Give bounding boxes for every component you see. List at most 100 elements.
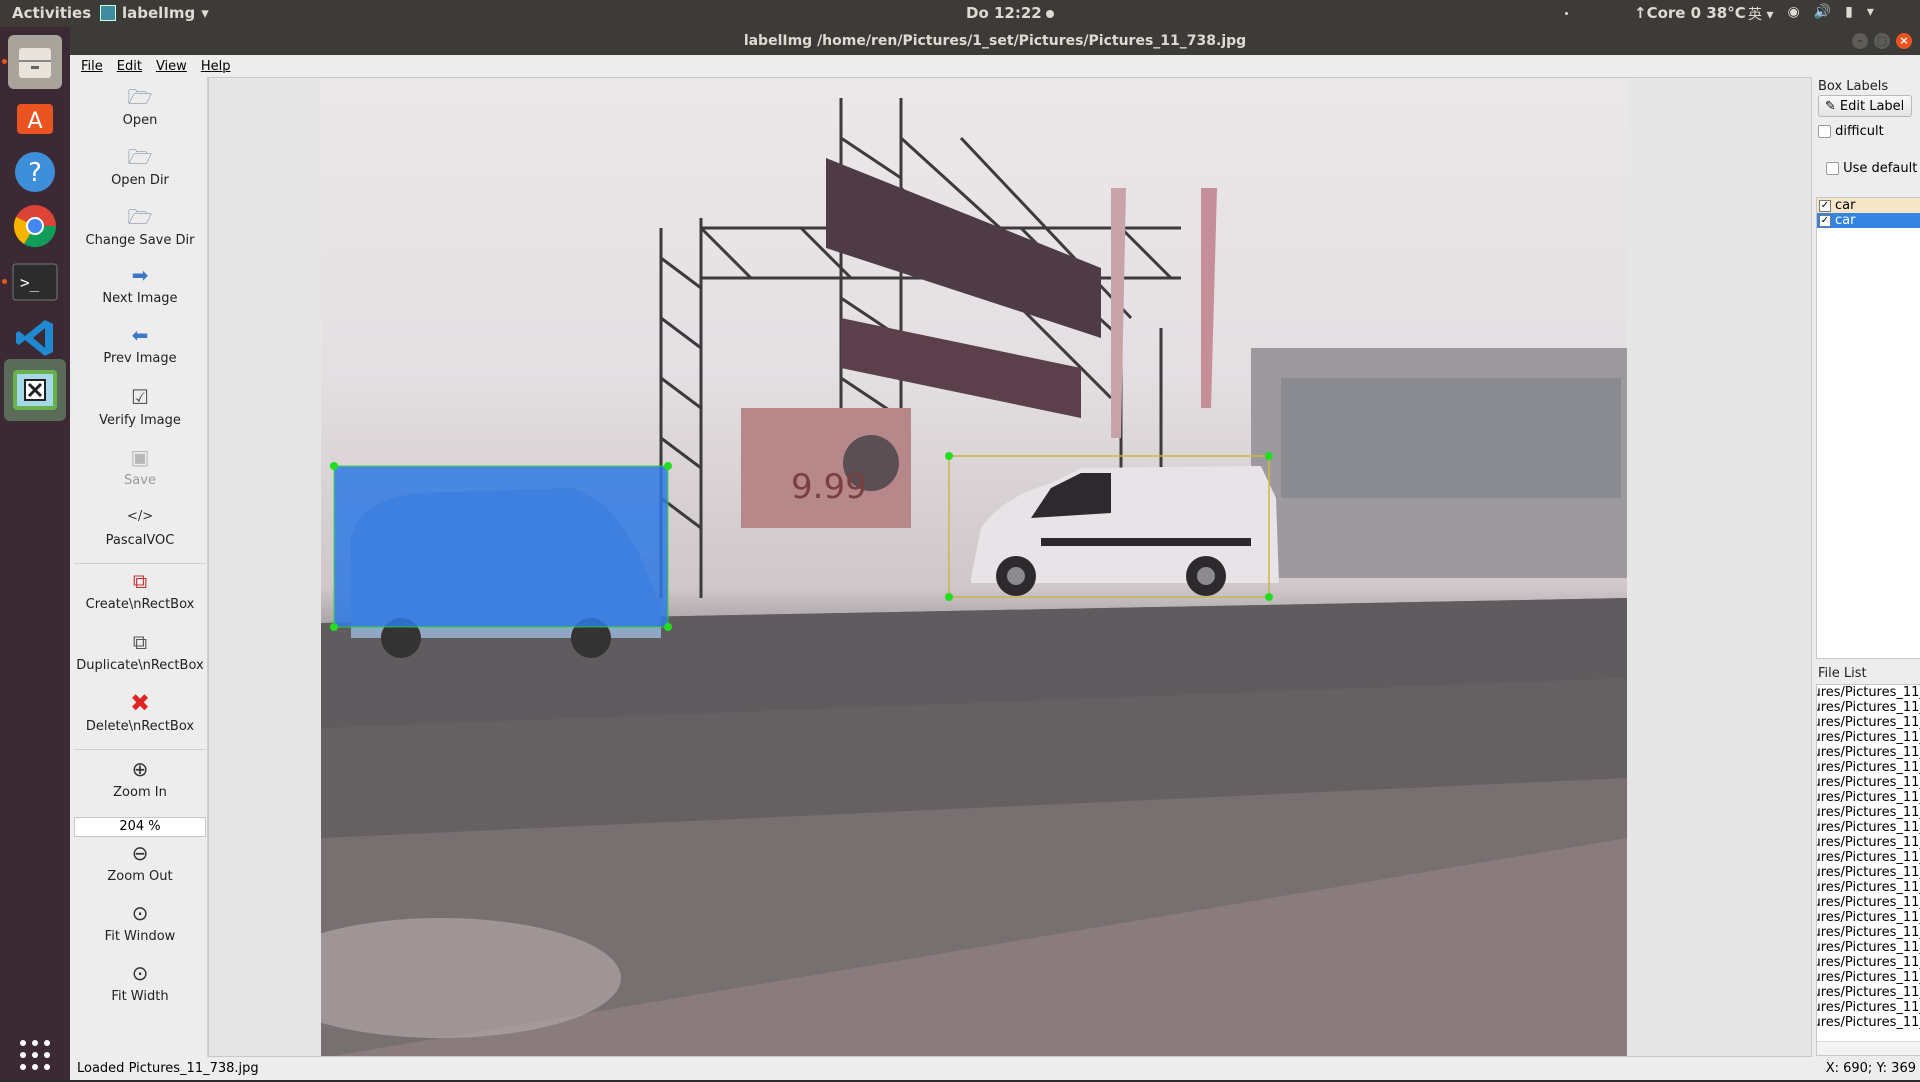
label-item[interactable]: ✓ car [1817, 198, 1920, 213]
chrome-icon[interactable] [8, 199, 62, 253]
terminal-icon[interactable]: >_ [2, 255, 62, 309]
zoom-spinbox[interactable]: 204 % [74, 817, 206, 837]
format-pascalvoc-button[interactable]: </> PascalVOC [72, 505, 208, 548]
label-item-selected[interactable]: ✓ car [1817, 213, 1920, 228]
file-item[interactable]: ures/Pictures_11_781.jpg [1817, 775, 1920, 790]
open-button[interactable]: 🗁 Open [72, 85, 208, 128]
horizontal-scrollbar[interactable] [1817, 1041, 1920, 1055]
close-button[interactable]: × [1896, 33, 1912, 49]
file-item[interactable]: ures/Pictures_11_789.jpg [1817, 895, 1920, 910]
duplicate-rectbox-button[interactable]: ⧉ Duplicate\nRectBox [72, 630, 208, 673]
use-default-label-row[interactable]: Use default label [1826, 161, 1920, 176]
file-list[interactable]: ures/Pictures_11_775.jpg ures/Pictures_1… [1816, 684, 1920, 1056]
open-dir-button[interactable]: 🗁 Open Dir [72, 145, 208, 188]
file-item[interactable]: ures/Pictures_11_778.jpg [1817, 730, 1920, 745]
file-item[interactable]: ures/Pictures_11_780.jpg [1817, 760, 1920, 775]
difficult-checkbox[interactable] [1818, 125, 1831, 138]
arrow-right-icon: ➡ [131, 263, 149, 287]
file-item[interactable]: ures/Pictures_11_783.jpg [1817, 805, 1920, 820]
file-item[interactable]: ures/Pictures_11_797.jpg [1817, 1015, 1920, 1030]
save-icon: ▣ [130, 445, 150, 469]
next-image-button[interactable]: ➡ Next Image [72, 263, 208, 306]
file-item[interactable]: ures/Pictures_11_775.jpg [1817, 685, 1920, 700]
cursor-coordinates: X: 690; Y: 369 [1825, 1061, 1916, 1076]
file-item[interactable]: ures/Pictures_11_793.jpg [1817, 955, 1920, 970]
delete-x-icon: ✖ [129, 689, 151, 717]
svg-text:9.99: 9.99 [791, 467, 867, 507]
zoom-in-icon: ⊕ [131, 757, 149, 781]
file-item[interactable]: ures/Pictures_11_776.jpg [1817, 700, 1920, 715]
change-save-dir-button[interactable]: 🗁 Change Save Dir [72, 205, 208, 248]
use-default-label-checkbox[interactable] [1826, 162, 1839, 175]
menu-help[interactable]: Help [201, 59, 231, 74]
file-item[interactable]: ures/Pictures_11_794.jpg [1817, 970, 1920, 985]
right-dock-panel: Box Labels ✎ Edit Label difficult Use de… [1814, 77, 1920, 1057]
prev-image-button[interactable]: ⬅ Prev Image [72, 323, 208, 366]
zoom-in-button[interactable]: ⊕ Zoom In [72, 757, 208, 800]
create-rectbox-label: Create\nRectBox [85, 597, 195, 612]
file-item[interactable]: ures/Pictures_11_796.jpg [1817, 1000, 1920, 1015]
window-titlebar[interactable]: labelImg /home/ren/Pictures/1_set/Pictur… [70, 27, 1920, 55]
volume-icon: 🔊 [1813, 4, 1832, 20]
file-item[interactable]: ures/Pictures_11_790.jpg [1817, 910, 1920, 925]
system-tray[interactable]: 英 ▾ ◉ 🔊 ▮ ▾ [1748, 4, 1874, 24]
file-item[interactable]: ures/Pictures_11_792.jpg [1817, 940, 1920, 955]
edit-label-button[interactable]: ✎ Edit Label [1818, 95, 1912, 117]
fit-width-button[interactable]: ⊙ Fit Width [72, 961, 208, 1004]
file-item[interactable]: ures/Pictures_11_791.jpg [1817, 925, 1920, 940]
file-item[interactable]: ures/Pictures_11_785.jpg [1817, 835, 1920, 850]
show-applications-icon[interactable] [8, 1028, 62, 1082]
input-method-indicator[interactable]: 英 ▾ [1748, 4, 1773, 24]
toolbar-separator [74, 749, 206, 750]
main-window-body: 🗁 Open 🗁 Open Dir 🗁 Change Save Dir ➡ Next I… [70, 77, 1920, 1057]
difficult-checkbox-row[interactable]: difficult [1818, 124, 1884, 139]
cpu-temp-indicator[interactable]: ↑Core 0 38°C [1634, 4, 1746, 22]
save-button[interactable]: ▣ Save [72, 445, 208, 488]
file-item[interactable]: ures/Pictures_11_779.jpg [1817, 745, 1920, 760]
label-item-text: car [1835, 213, 1856, 228]
delete-rectbox-label: Delete\nRectBox [85, 719, 195, 734]
file-item[interactable]: ures/Pictures_11_782.jpg [1817, 790, 1920, 805]
app-menu[interactable]: labelImg ▾ [100, 4, 209, 22]
toolbar-separator [74, 563, 206, 564]
file-item[interactable]: ures/Pictures_11_795.jpg [1817, 985, 1920, 1000]
help-icon[interactable]: ? [8, 145, 62, 199]
clock[interactable]: Do 12:22 [966, 4, 1054, 22]
open-label: Open [122, 113, 158, 128]
label-checkbox[interactable]: ✓ [1819, 199, 1831, 212]
zoom-in-label: Zoom In [113, 785, 167, 800]
svg-text:>_: >_ [20, 273, 40, 292]
file-item[interactable]: ures/Pictures_11_777.jpg [1817, 715, 1920, 730]
file-item[interactable]: ures/Pictures_11_784.jpg [1817, 820, 1920, 835]
notification-dot [1045, 10, 1054, 18]
minimize-button[interactable]: – [1852, 33, 1868, 49]
checkbox-icon: ☑ [131, 385, 149, 409]
tray-dot-icon [1565, 12, 1568, 15]
menu-edit[interactable]: Edit [117, 59, 142, 74]
drawer-icon [19, 48, 51, 78]
software-center-icon[interactable]: A [8, 89, 62, 143]
file-item[interactable]: ures/Pictures_11_788.jpg [1817, 880, 1920, 895]
menu-file[interactable]: File [81, 59, 103, 74]
activities-button[interactable]: Activities [12, 4, 91, 22]
labelimg-dock-icon[interactable] [4, 359, 66, 421]
file-item[interactable]: ures/Pictures_11_786.jpg [1817, 850, 1920, 865]
file-item[interactable]: ures/Pictures_11_787.jpg [1817, 865, 1920, 880]
file-list-title: File List [1818, 666, 1867, 681]
verify-image-button[interactable]: ☑ Verify Image [72, 385, 208, 428]
vscode-icon[interactable] [8, 311, 62, 365]
label-checkbox[interactable]: ✓ [1819, 214, 1831, 227]
image-canvas[interactable]: 9.99 [208, 77, 1812, 1057]
create-rectbox-button[interactable]: ⧉ Create\nRectBox [72, 569, 208, 612]
files-app-icon[interactable] [2, 35, 62, 89]
zoom-out-button[interactable]: ⊖ Zoom Out [72, 841, 208, 884]
use-default-label-text: Use default label [1843, 161, 1920, 176]
chevron-down-icon: ▾ [201, 4, 209, 22]
menu-view[interactable]: View [156, 59, 187, 74]
save-label: Save [124, 473, 156, 488]
maximize-button[interactable]: □ [1874, 33, 1890, 49]
fit-window-button[interactable]: ⊙ Fit Window [72, 901, 208, 944]
delete-rectbox-button[interactable]: ✖ Delete\nRectBox [72, 691, 208, 734]
label-list[interactable]: ✓ car ✓ car [1816, 197, 1920, 659]
verify-image-label: Verify Image [99, 413, 181, 428]
